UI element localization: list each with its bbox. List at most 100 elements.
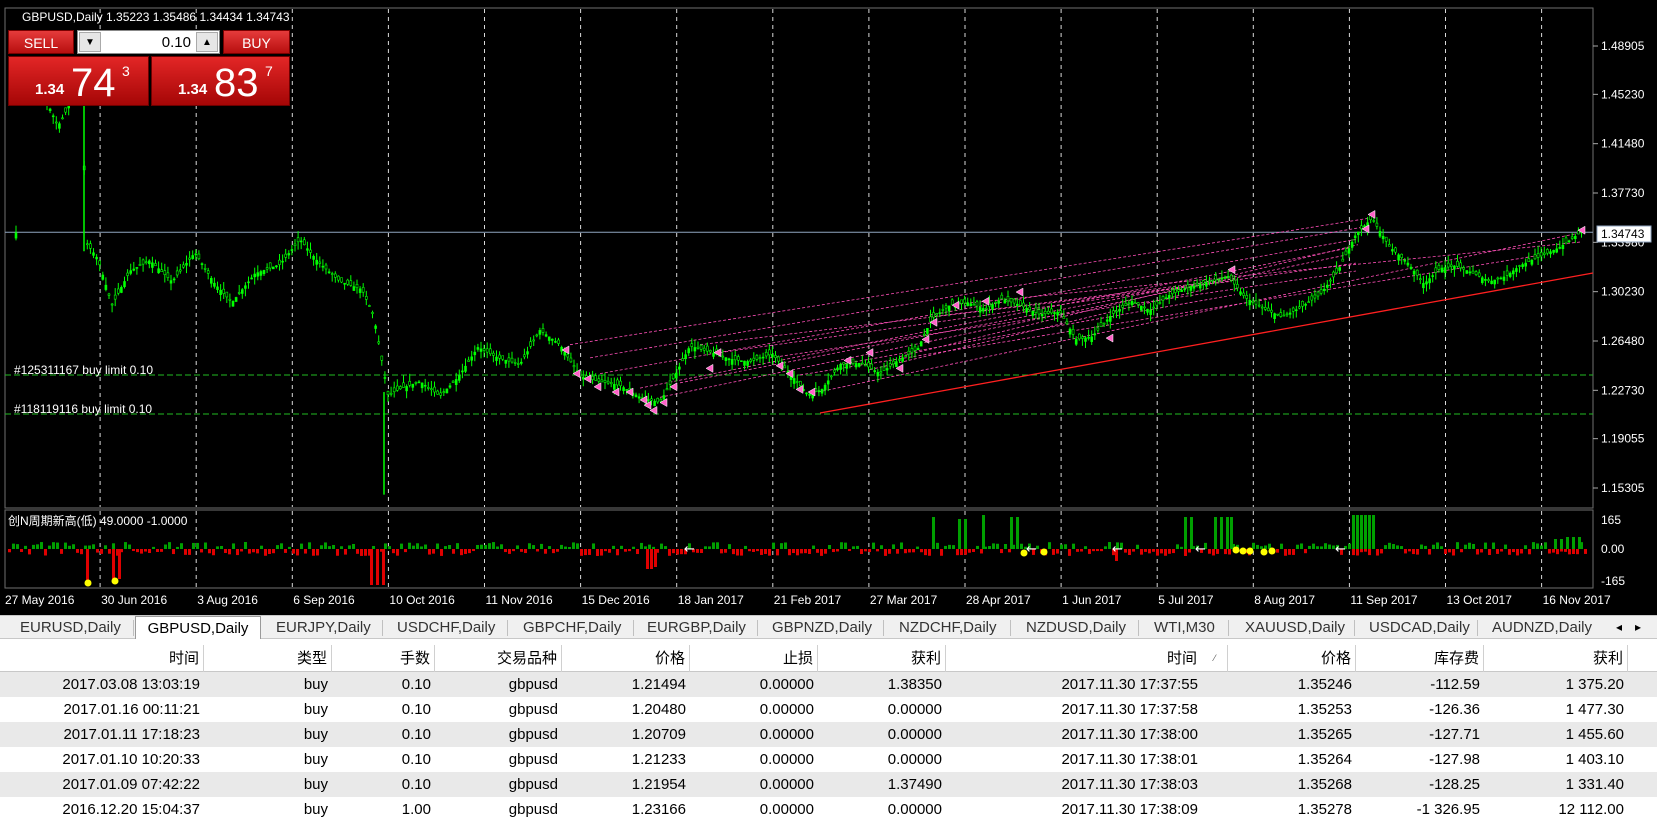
table-row[interactable]: 2017.01.11 17:18:23 buy 0.10 gbpusd 1.20… <box>0 722 1657 747</box>
candle-body <box>104 284 108 290</box>
candle-body <box>1254 300 1258 305</box>
histogram-bar-down <box>1352 549 1355 556</box>
tab-gbpchf-daily[interactable]: GBPCHF,Daily <box>523 617 621 639</box>
col-stop-loss[interactable]: 止损 <box>690 645 818 672</box>
candle-body <box>829 375 833 378</box>
tab-audnzd-daily[interactable]: AUDNZD,Daily <box>1492 617 1592 639</box>
candle-body <box>278 259 281 265</box>
sell-price-button[interactable]: 1.34 74 3 <box>8 56 149 106</box>
col-take-profit[interactable]: 获利 <box>818 645 946 672</box>
indicator-axis-label: -165 <box>1601 574 1625 588</box>
histogram-bar-up <box>340 546 343 549</box>
candle-body <box>473 351 477 356</box>
tab-nzdusd-daily[interactable]: NZDUSD,Daily <box>1026 617 1126 639</box>
tab-wti-m30[interactable]: WTI,M30 <box>1154 617 1215 639</box>
chart-window[interactable]: ← ← ← ← ← 27 May 2016 30 Jun 2016 3 Aug 2016 6 … <box>0 0 1657 615</box>
candle-body <box>1530 259 1534 265</box>
col-volume[interactable]: 手数 <box>332 645 435 672</box>
col-type[interactable]: 类型 <box>204 645 332 672</box>
histogram-bar-down <box>1572 549 1575 554</box>
histogram-bar-up <box>216 546 219 549</box>
candle-body <box>1090 336 1093 342</box>
histogram-bar-down <box>1152 549 1155 552</box>
histogram-bar-down <box>1412 549 1415 555</box>
histogram-bar-up <box>1492 542 1495 549</box>
histogram-bar-down <box>268 549 271 554</box>
tab-eurjpy-daily[interactable]: EURJPY,Daily <box>276 617 371 639</box>
tab-usdcad-daily[interactable]: USDCAD,Daily <box>1369 617 1470 639</box>
table-row[interactable]: 2016.12.20 15:04:37 buy 1.00 gbpusd 1.23… <box>0 797 1657 822</box>
tab-scroll-right-icon[interactable]: ▸ <box>1629 618 1647 636</box>
tab-eurusd-daily[interactable]: EURUSD,Daily <box>20 617 121 639</box>
candle-body <box>166 272 170 278</box>
histogram-bar-down <box>888 549 891 554</box>
candle-body <box>392 387 396 393</box>
tab-eurgbp-daily[interactable]: EURGBP,Daily <box>647 617 746 639</box>
candle-body <box>1570 236 1574 239</box>
candle-body <box>808 393 811 396</box>
table-row[interactable]: 2017.01.10 10:20:33 buy 0.10 gbpusd 1.21… <box>0 747 1657 772</box>
histogram-bar-up <box>128 544 131 549</box>
tab-scroll-left-icon[interactable]: ◂ <box>1610 618 1628 636</box>
table-row[interactable]: 2017.01.16 00:11:21 buy 0.10 gbpusd 1.20… <box>0 697 1657 722</box>
histogram-bar-down <box>724 549 727 553</box>
candle-body <box>464 365 467 372</box>
col-profit[interactable]: 获利 <box>1484 645 1628 672</box>
table-row[interactable]: 2017.03.08 13:03:19 buy 0.10 gbpusd 1.21… <box>0 672 1657 697</box>
buy-price-button[interactable]: 1.34 83 7 <box>151 56 290 106</box>
col-close-time[interactable]: 时间 <box>946 645 1228 672</box>
col-swap[interactable]: 库存费 <box>1356 645 1484 672</box>
sell-button[interactable]: SELL <box>8 30 74 54</box>
buy-button[interactable]: BUY <box>223 30 290 54</box>
candle-body <box>495 356 498 361</box>
histogram-bar-down <box>864 549 867 552</box>
histogram-bar-down <box>188 549 191 555</box>
candle-body <box>364 296 368 300</box>
candle-body <box>1291 307 1295 312</box>
histogram-bar-down <box>1576 549 1579 555</box>
tab-nzdchf-daily[interactable]: NZDCHF,Daily <box>899 617 997 639</box>
histogram-bar-down <box>272 549 275 554</box>
candle-body <box>727 358 731 361</box>
col-open-price[interactable]: 价格 <box>562 645 690 672</box>
lot-increase-icon[interactable]: ▲ <box>196 32 218 52</box>
tab-xauusd-daily[interactable]: XAUUSD,Daily <box>1245 617 1345 639</box>
histogram-bar-up <box>1348 543 1351 549</box>
col-symbol[interactable]: 交易品种 <box>435 645 562 672</box>
candle-body <box>1260 306 1264 309</box>
histogram-bar-down <box>884 549 887 556</box>
lot-size-input[interactable] <box>102 31 195 53</box>
histogram-bar-up <box>308 542 311 549</box>
candle-body <box>876 372 880 377</box>
col-open-time[interactable]: 时间 <box>0 645 204 672</box>
lot-decrease-icon[interactable]: ▼ <box>79 32 101 52</box>
candle-body <box>1053 312 1056 315</box>
candle-body <box>1536 253 1540 258</box>
candle-body <box>922 333 926 336</box>
histogram-bar-down <box>788 549 791 556</box>
candle-body <box>113 294 117 300</box>
histogram-bar-down <box>668 549 671 556</box>
histogram-bar-down <box>544 549 547 554</box>
tab-gbpnzd-daily[interactable]: GBPNZD,Daily <box>772 617 872 639</box>
col-close-price[interactable]: 价格 <box>1228 645 1356 672</box>
histogram-bar-down <box>1080 549 1083 552</box>
cell-close-price: 1.35268 <box>1297 776 1352 793</box>
histogram-bar-down <box>556 549 559 552</box>
histogram-bar-up <box>660 543 663 549</box>
tab-gbpusd-daily[interactable]: GBPUSD,Daily <box>135 616 261 639</box>
tab-usdchf-daily[interactable]: USDCHF,Daily <box>397 617 495 639</box>
candle-body <box>1372 220 1376 222</box>
candle-body <box>972 303 976 306</box>
histogram-bar-down <box>356 549 359 554</box>
candle-body <box>206 270 210 274</box>
cell-stop-loss: 0.00000 <box>759 751 814 768</box>
candle-body <box>885 368 889 371</box>
tab-divider <box>507 620 508 636</box>
histogram-bar-down <box>370 549 373 585</box>
candle-body <box>1384 236 1388 242</box>
histogram-bar-down <box>808 549 811 554</box>
sort-indicator-icon: ⁄ <box>1214 653 1216 663</box>
cell-open-time: 2016.12.20 15:04:37 <box>62 801 200 818</box>
table-row[interactable]: 2017.01.09 07:42:22 buy 0.10 gbpusd 1.21… <box>0 772 1657 797</box>
